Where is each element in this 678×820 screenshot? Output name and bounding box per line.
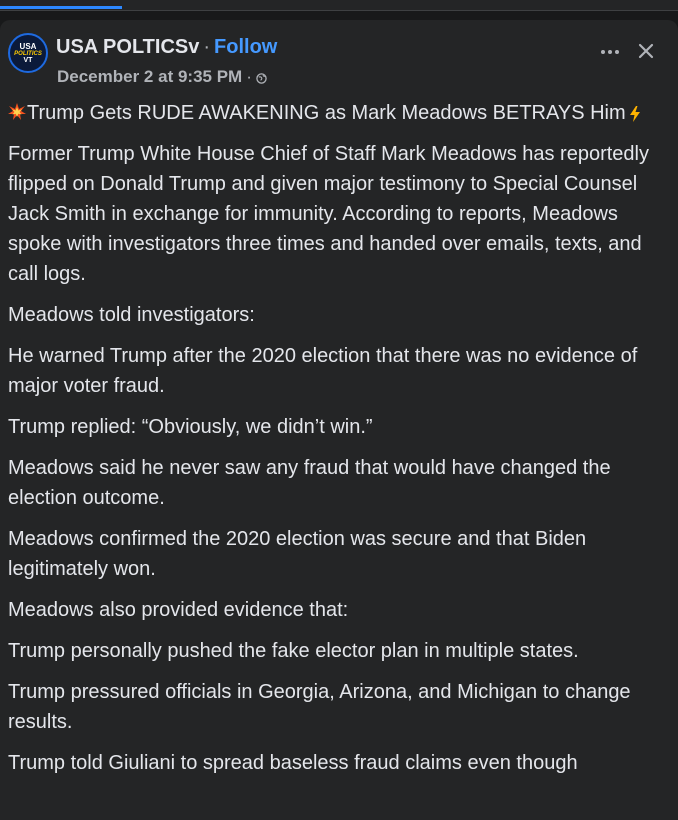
loading-progress-bar	[0, 6, 123, 9]
follow-button[interactable]: Follow	[214, 36, 277, 58]
collision-emoji-icon	[8, 103, 26, 120]
post-body: Trump Gets RUDE AWAKENING as Mark Meadow…	[8, 98, 668, 789]
post-paragraph: He warned Trump after the 2020 election …	[8, 345, 638, 397]
post-paragraph: Trump replied: “Obviously, we didn’t win…	[8, 416, 373, 438]
post-title-text: Trump Gets RUDE AWAKENING as Mark Meadow…	[27, 102, 626, 124]
post-paragraph: Meadows said he never saw any fraud that…	[8, 457, 611, 509]
post-timestamp[interactable]: December 2 at 9:35 PM	[57, 67, 242, 87]
avatar[interactable]: USA POLITICS VT	[8, 33, 48, 73]
close-icon[interactable]	[633, 38, 659, 64]
post-title: Trump Gets RUDE AWAKENING as Mark Meadow…	[8, 98, 668, 128]
post-paragraph: Trump pressured officials in Georgia, Ar…	[8, 681, 631, 733]
post-card: USA POLITICS VT USA POLTICSv · Follow Dece…	[0, 20, 678, 820]
post-header: USA POLTICSv · Follow	[56, 36, 277, 59]
post-paragraph: Meadows confirmed the 2020 election was …	[8, 528, 587, 580]
more-options-icon[interactable]	[596, 42, 624, 62]
post-paragraph: Trump personally pushed the fake elector…	[8, 640, 579, 662]
meta-separator: ·	[246, 67, 252, 86]
post-meta: December 2 at 9:35 PM ·	[57, 67, 267, 87]
header-separator: ·	[203, 36, 211, 58]
avatar-text-line1: USA	[19, 41, 37, 51]
globe-icon[interactable]	[256, 73, 267, 84]
post-paragraph: Former Trump White House Chief of Staff …	[8, 143, 649, 285]
post-paragraph: Meadows also provided evidence that:	[8, 599, 349, 621]
post-paragraph: Meadows told investigators:	[8, 304, 255, 326]
post-paragraph: Trump told Giuliani to spread baseless f…	[8, 752, 578, 774]
page-name-link[interactable]: USA POLTICSv	[56, 36, 199, 58]
avatar-text-line3: VT	[23, 56, 33, 64]
lightning-emoji-icon	[629, 106, 640, 122]
top-bar	[0, 0, 678, 11]
